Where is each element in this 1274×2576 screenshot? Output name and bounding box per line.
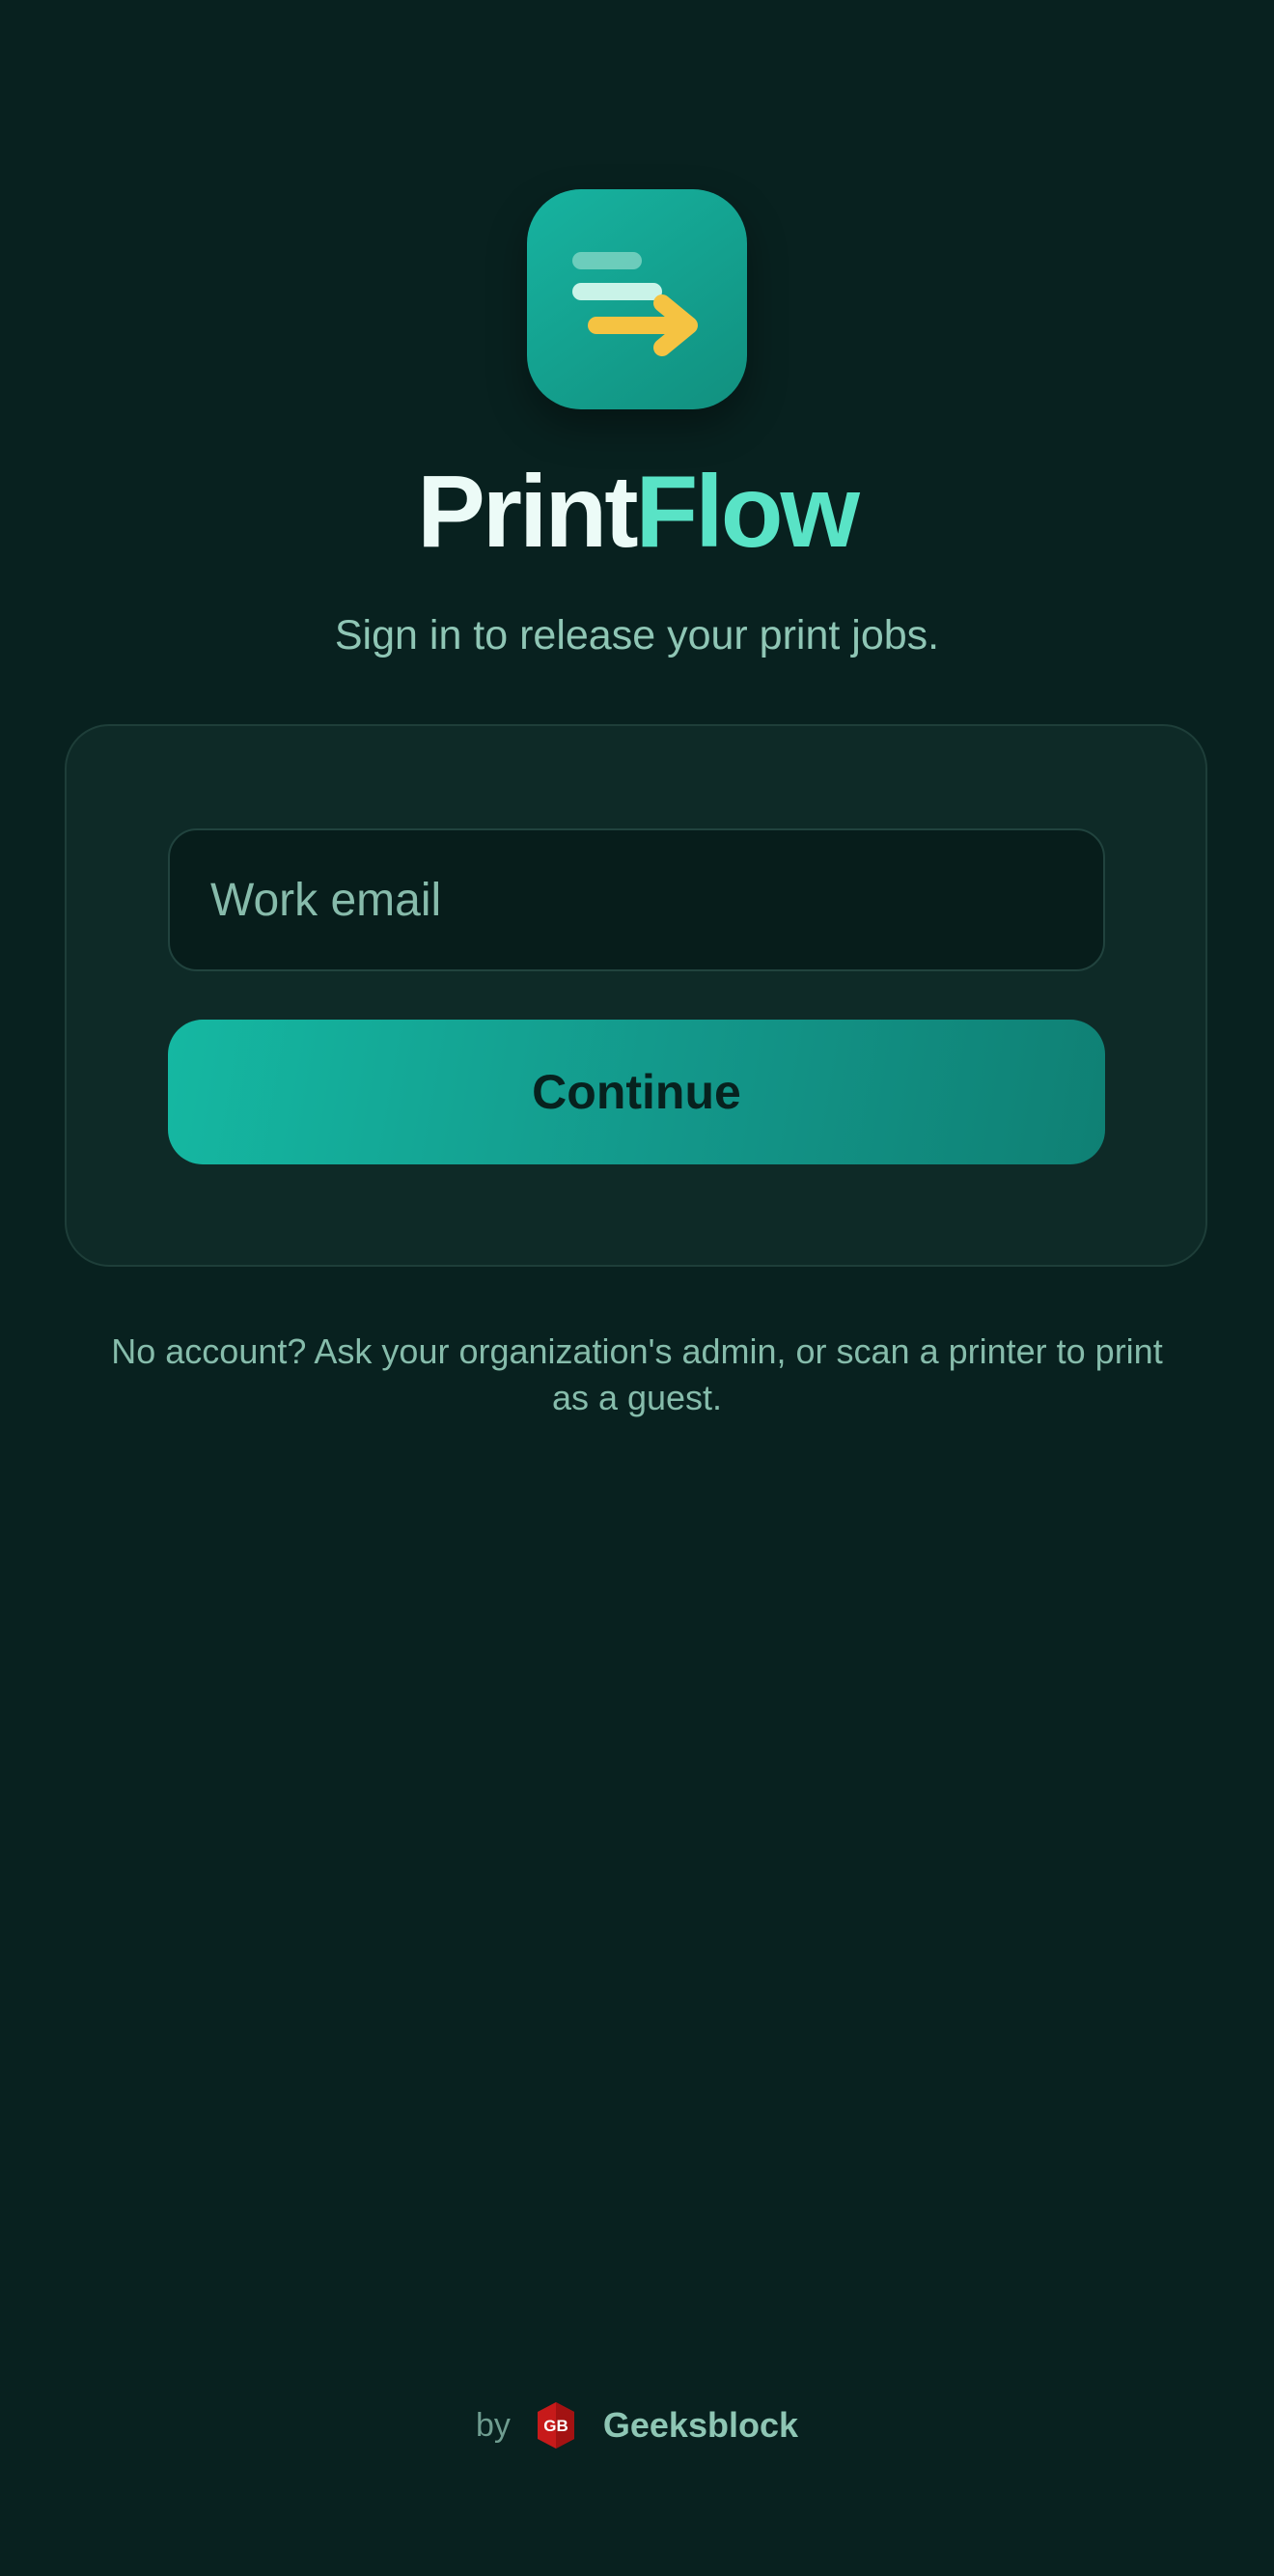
app-logo xyxy=(527,189,747,409)
sign-in-card xyxy=(65,724,1207,1267)
print-release-icon xyxy=(572,252,698,356)
app-name-part2: Flow xyxy=(635,455,860,569)
tagline: Sign in to release your print jobs. xyxy=(334,612,940,658)
geeksblock-logo-icon: GB xyxy=(537,2402,574,2449)
no-account-note: No account? Ask your organization's admi… xyxy=(111,1331,1163,1417)
maker-name: Geeksblock xyxy=(602,2405,799,2445)
footer-credit: by GB Geeksblock xyxy=(0,2394,1274,2456)
by-label: by xyxy=(475,2406,511,2444)
app-name-part1: Print xyxy=(417,455,638,569)
email-field[interactable] xyxy=(168,828,1105,971)
continue-button[interactable]: Continue xyxy=(168,1020,1105,1164)
sign-in-screen: PrintFlow Sign in to release your print … xyxy=(0,0,1274,2576)
svg-text:GB: GB xyxy=(543,2417,568,2435)
app-name: PrintFlow xyxy=(0,449,1274,574)
